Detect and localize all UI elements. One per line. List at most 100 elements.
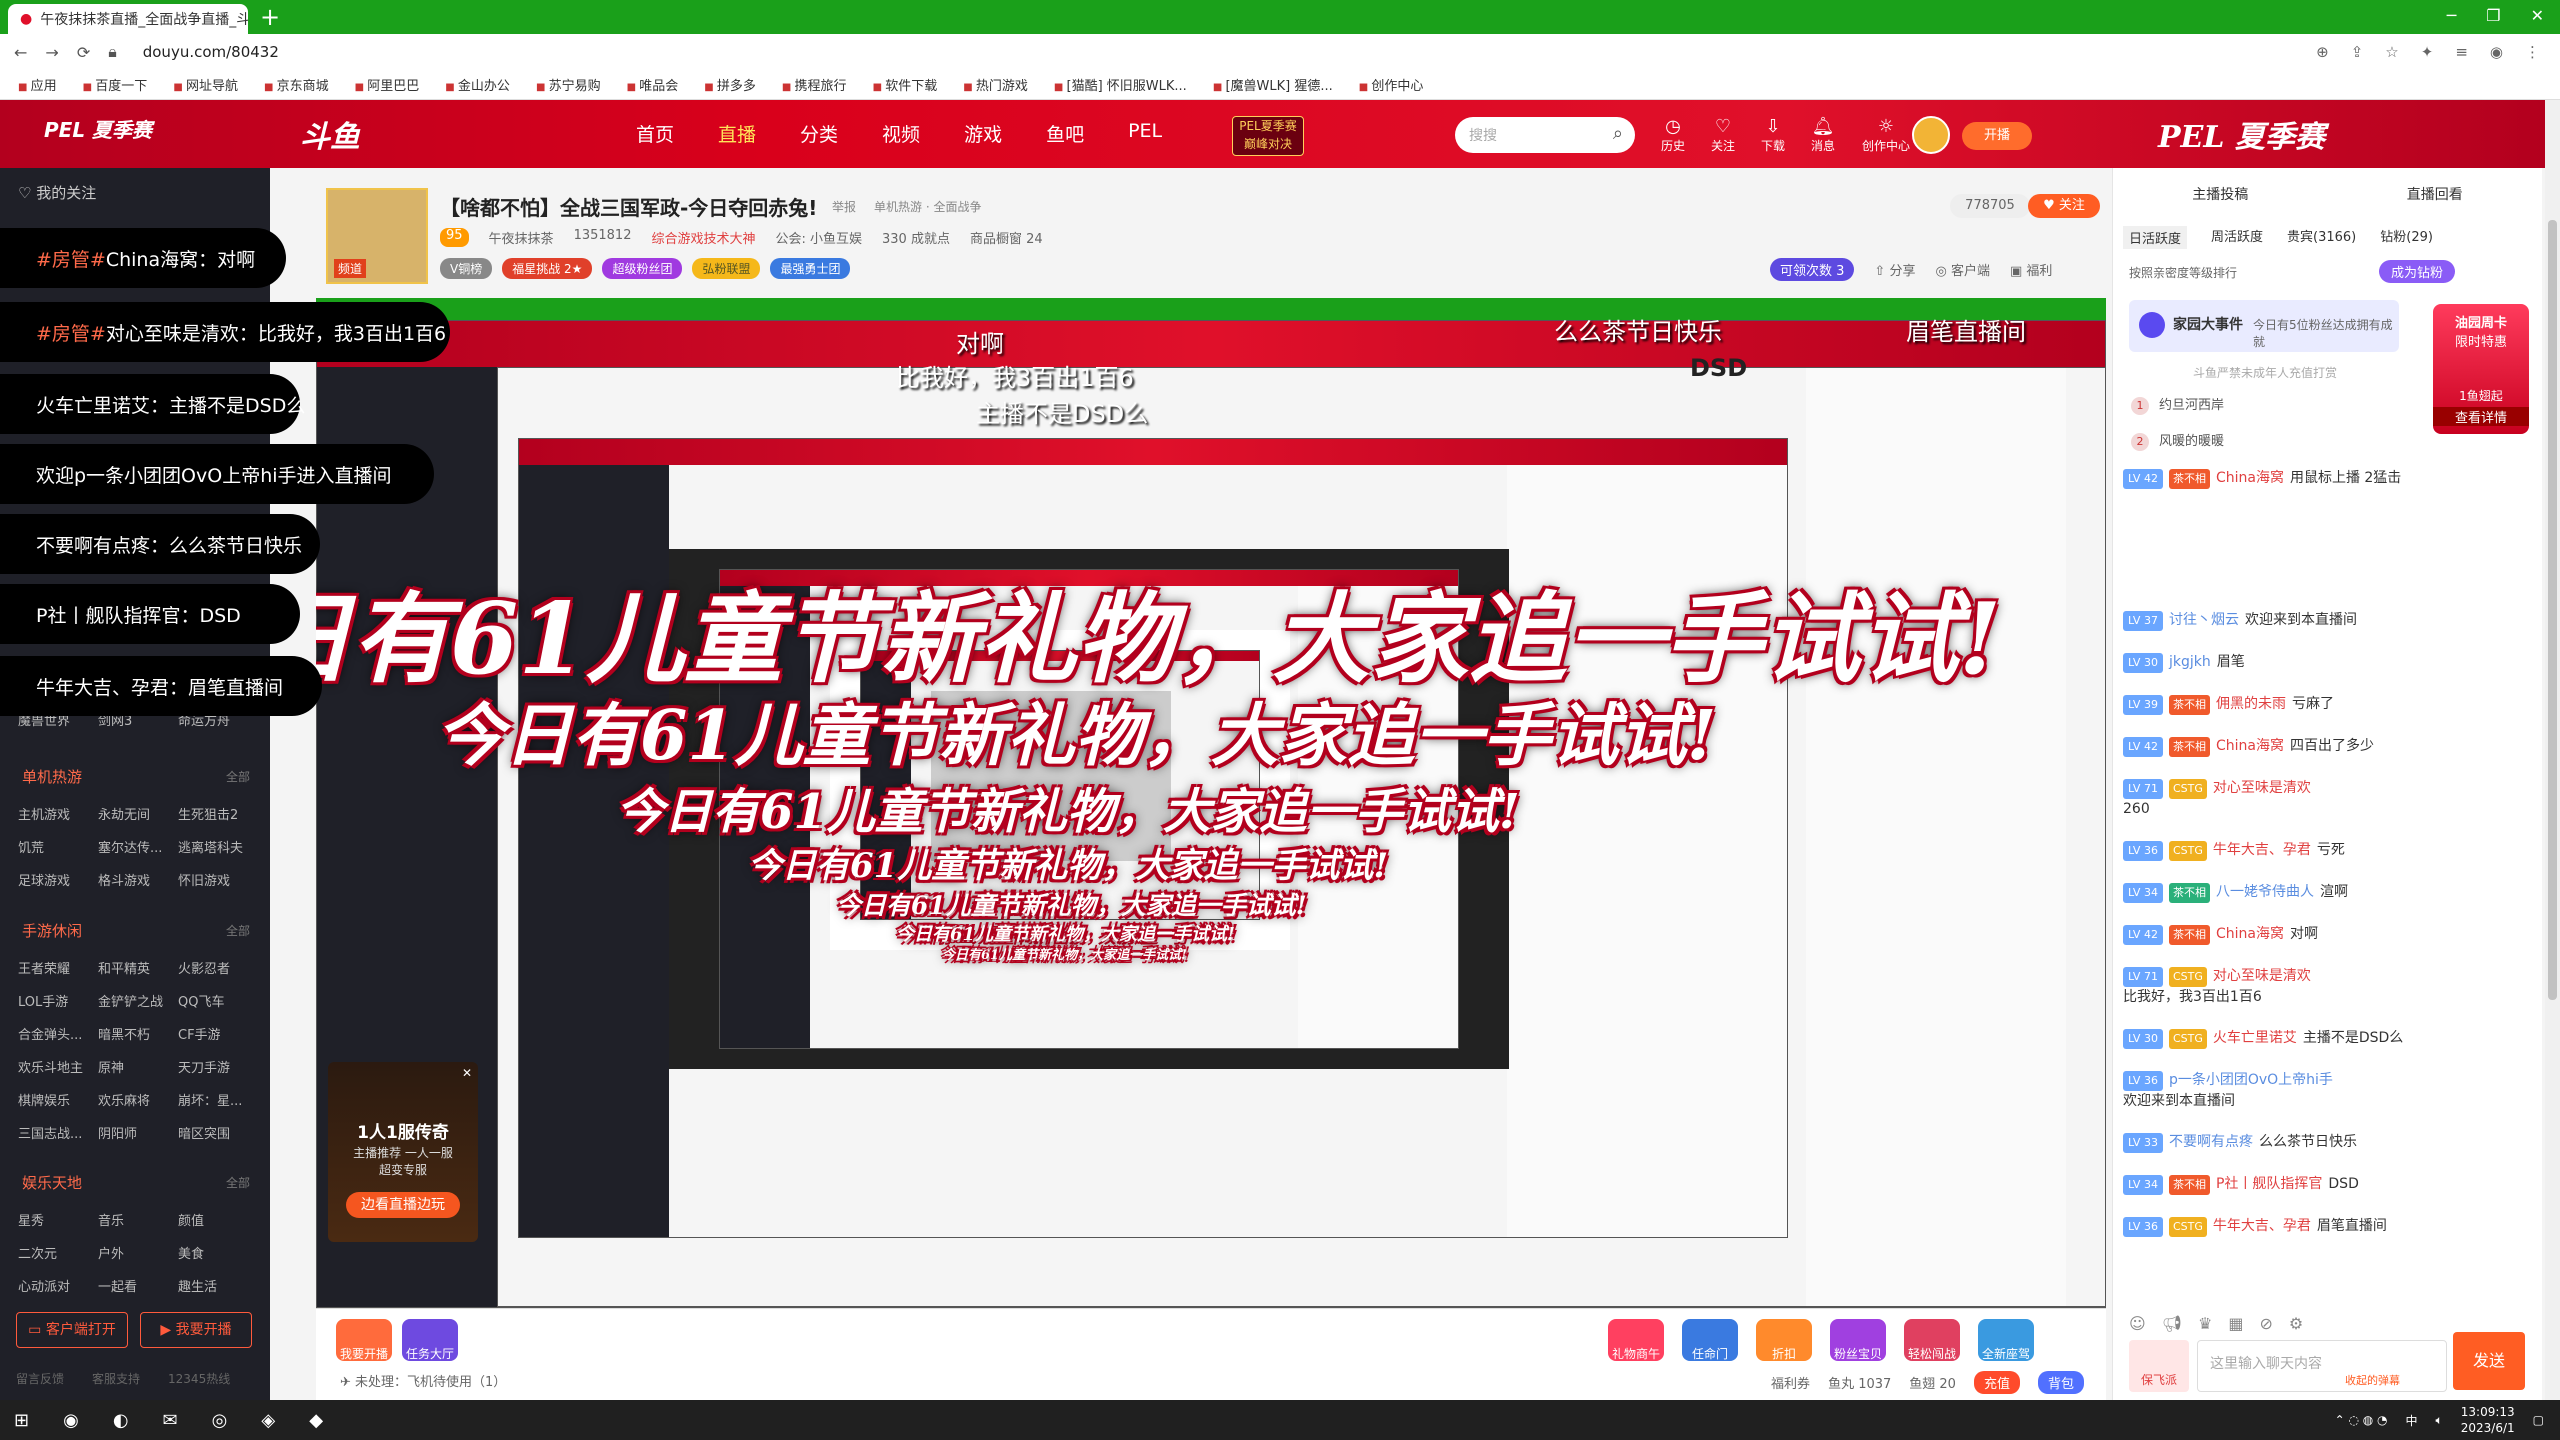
game-ad[interactable]: 1人1服传奇 主播推荐 一人一服 超变专服 边看直播边玩 ✕ — [328, 1062, 478, 1242]
tab-week-active[interactable]: 周活跃度 — [2211, 226, 2263, 249]
welfare-coupon[interactable]: 福利券 — [1771, 1373, 1810, 1392]
bookmark[interactable]: 金山办公 — [445, 75, 510, 94]
chat-message[interactable]: LV 37 讨往丶烟云 欢迎来到本直播间 — [2123, 610, 2533, 631]
chat-message[interactable]: LV 42 茶不相 China海窝 四百出了多少 — [2123, 736, 2533, 757]
sidebar-item[interactable]: 王者荣耀 — [18, 958, 98, 977]
sidebar-item[interactable]: 暗黑不朽 — [98, 1024, 178, 1043]
room-tag[interactable]: 福星挑战 2★ — [502, 258, 593, 279]
sidebar-item[interactable]: 美食 — [178, 1243, 258, 1262]
report-link[interactable]: 举报 — [832, 198, 856, 215]
sidebar-item[interactable]: 音乐 — [98, 1210, 178, 1229]
bookmark[interactable]: 唯品会 — [627, 75, 678, 94]
rank-item[interactable]: 1 约旦河西岸 — [2131, 394, 2224, 415]
chat-message[interactable]: LV 36 CSTG 牛年大吉、孕君 眉笔直播间 — [2123, 1216, 2533, 1237]
douyu-logo[interactable]: 斗鱼 — [300, 112, 360, 156]
windows-start-icon[interactable]: ⊞ — [14, 1410, 29, 1431]
mail-icon[interactable]: ✉ — [163, 1410, 178, 1431]
lottery-button[interactable]: 可领次数 3 — [1770, 258, 1855, 281]
sidebar-item[interactable]: 火影忍者 — [178, 958, 258, 977]
share-button[interactable]: ⇧ 分享 — [1874, 260, 1915, 279]
nav-video[interactable]: 视频 — [882, 120, 920, 147]
sidebar-item[interactable]: 二次元 — [18, 1243, 98, 1262]
bookmark[interactable]: 软件下载 — [873, 75, 937, 94]
send-button[interactable]: 发送 — [2453, 1332, 2525, 1390]
sidebar-item[interactable]: LOL手游 — [18, 991, 98, 1010]
bookmark[interactable]: 百度一下 — [83, 75, 147, 94]
section-all-link[interactable]: 全部 — [226, 922, 250, 939]
nav-yuba[interactable]: 鱼吧 — [1046, 120, 1084, 147]
sidebar-item[interactable]: 欢乐斗地主 — [18, 1057, 98, 1076]
sidebar-item[interactable]: 欢乐麻将 — [98, 1090, 178, 1109]
room-tag[interactable]: 超级粉丝团 — [602, 258, 683, 279]
ad-play-button[interactable]: 边看直播边玩 — [346, 1192, 460, 1218]
creator-button[interactable]: ☼ 创作中心 — [1858, 116, 1914, 154]
shop-window[interactable]: 商品橱窗 24 — [970, 228, 1043, 247]
category-link[interactable]: 单机热游 · 全面战争 — [874, 198, 981, 215]
close-icon[interactable]: ✕ — [462, 1066, 472, 1080]
sidebar-item[interactable]: 格斗游戏 — [98, 870, 178, 889]
sidebar-item[interactable]: 主机游戏 — [18, 804, 98, 823]
bookmark[interactable]: [魔兽WLK] 猩德... — [1213, 75, 1332, 94]
forward-icon[interactable]: → — [45, 43, 58, 62]
sidebar-item[interactable]: 三国志战... — [18, 1123, 98, 1142]
sidebar-item[interactable]: 金铲铲之战 — [98, 991, 178, 1010]
nav-pel[interactable]: PEL — [1128, 120, 1162, 147]
scrollbar-thumb[interactable] — [2548, 220, 2557, 1000]
settings-icon[interactable]: ⚙ — [2289, 1314, 2303, 1333]
tray-icons[interactable]: ⌃ ◌ ◍ ◔ — [2335, 1413, 2388, 1427]
download-button[interactable]: ⇩ 下载 — [1758, 116, 1788, 154]
bookmark[interactable]: 携程旅行 — [782, 75, 847, 94]
room-tag[interactable]: V铜榜 — [440, 258, 493, 279]
block-icon[interactable]: ⊘ — [2259, 1314, 2272, 1333]
clock[interactable]: 13:09:13 2023/6/1 — [2461, 1404, 2515, 1436]
restore-icon[interactable]: ❐ — [2486, 6, 2500, 25]
bookmark[interactable]: 拼多多 — [704, 75, 756, 94]
chat-message[interactable]: LV 36 CSTG 牛年大吉、孕君 亏死 — [2123, 840, 2533, 861]
tab-vip[interactable]: 贵宾(3166) — [2287, 226, 2356, 249]
sidebar-item[interactable]: 生死狙击2 — [178, 804, 258, 823]
chat-message[interactable]: LV 33 不要啊有点疼 么么茶节日快乐 — [2123, 1132, 2533, 1153]
video-player[interactable]: 对啊 比我好，我3百出1百6 主播不是DSD么 么么茶节日快乐 眉笔直播间 DS… — [316, 298, 2106, 1308]
zoom-icon[interactable]: ⊕ — [2316, 43, 2329, 61]
sidebar-item[interactable]: 趣生活 — [178, 1276, 258, 1295]
nav-game[interactable]: 游戏 — [964, 120, 1002, 147]
section-all-link[interactable]: 全部 — [226, 1174, 250, 1191]
bookmark-star-icon[interactable]: ☆ — [2385, 43, 2398, 61]
sidebar-item[interactable]: 一起看 — [98, 1276, 178, 1295]
sidebar-item[interactable]: 塞尔达传... — [98, 837, 178, 856]
gift-tool[interactable]: 粉丝宝贝 — [1830, 1319, 1886, 1361]
page-scrollbar[interactable] — [2545, 100, 2560, 1400]
fly-danmu-button[interactable]: 保飞派 — [2129, 1340, 2189, 1392]
close-window-icon[interactable]: ✕ — [2531, 6, 2544, 25]
sidebar-item[interactable]: 户外 — [98, 1243, 178, 1262]
nav-home[interactable]: 首页 — [636, 120, 674, 147]
gift-tool[interactable]: 任命门 — [1682, 1319, 1738, 1361]
pel-logo-right[interactable]: PEL 夏季赛 — [2158, 112, 2325, 156]
sidebar-item[interactable]: 和平精英 — [98, 958, 178, 977]
sidebar-item[interactable]: 崩坏：星... — [178, 1090, 258, 1109]
nav-category[interactable]: 分类 — [800, 120, 838, 147]
room-tag[interactable]: 弘粉联盟 — [692, 258, 761, 279]
family-events[interactable]: 家园大事件 今日有5位粉丝达成拥有成就 — [2129, 300, 2399, 352]
chat-message[interactable]: LV 36 p一条小团团OvO上帝hi手 欢迎来到本直播间 — [2123, 1070, 2533, 1111]
notification-icon[interactable]: ▢ — [2533, 1413, 2544, 1427]
sidebar-item[interactable]: 饥荒 — [18, 837, 98, 856]
anchor-posts-link[interactable]: 主播投稿 — [2113, 184, 2328, 204]
section-all-link[interactable]: 全部 — [226, 768, 250, 785]
gift-tool[interactable]: 礼物商午 — [1608, 1319, 1664, 1361]
app-icon[interactable]: ◈ — [261, 1410, 275, 1431]
sidebar-item[interactable]: CF手游 — [178, 1024, 258, 1043]
ime-indicator[interactable]: 中 — [2406, 1412, 2418, 1429]
sidebar-item[interactable]: 颜值 — [178, 1210, 258, 1229]
search-icon[interactable]: ⌕ — [1613, 123, 1623, 144]
bookmark[interactable]: 苏宁易购 — [536, 75, 601, 94]
follow-room-button[interactable]: ♥ 关注 — [2028, 194, 2100, 218]
sidebar-item[interactable]: 逃离塔科夫 — [178, 837, 258, 856]
client-open-button[interactable]: ▭ 客户端打开 — [16, 1312, 128, 1348]
browser-tab[interactable]: ● 午夜抹抹茶直播_全面战争直播_斗鱼 ✕ — [8, 4, 248, 34]
start-live-button[interactable]: 开播 — [1962, 122, 2032, 150]
sidebar-item[interactable]: 星秀 — [18, 1210, 98, 1229]
reading-list-icon[interactable]: ≡ — [2455, 43, 2468, 61]
guild-info[interactable]: 公会: 小鱼互娱 — [775, 228, 862, 247]
weekly-card-ad[interactable]: 油园周卡 限时特惠 1鱼翅起 查看详情 — [2433, 304, 2529, 434]
